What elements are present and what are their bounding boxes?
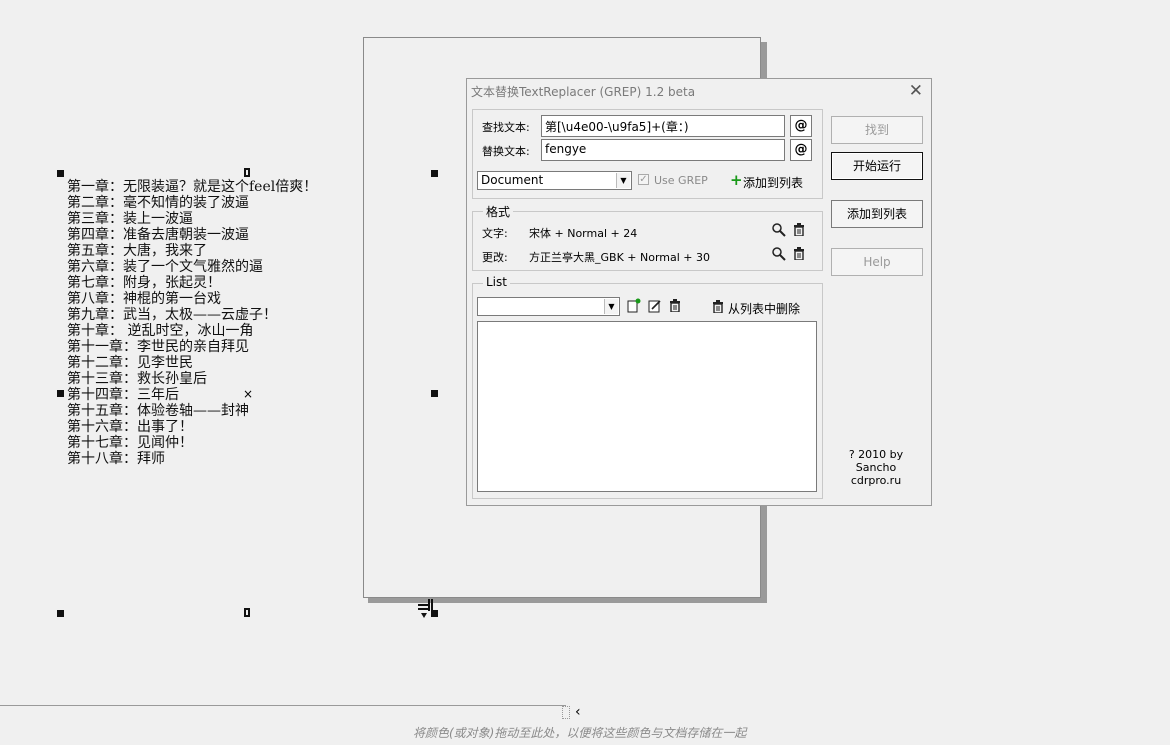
document-palette-bar[interactable] — [0, 705, 566, 706]
find-label: 查找文本: — [482, 121, 530, 134]
text-format-value: 宋体 + Normal + 24 — [529, 227, 638, 240]
text-format-label: 文字: — [482, 227, 508, 240]
credit-line: ? 2010 by Sancho — [848, 448, 904, 474]
change-format-value: 方正兰亭大黑_GBK + Normal + 30 — [529, 251, 711, 264]
list-box[interactable] — [477, 321, 817, 492]
edit-list-icon[interactable] — [648, 298, 662, 316]
selection-handle-top-right[interactable] — [431, 170, 438, 177]
selection-handle-middle-left[interactable] — [57, 390, 64, 397]
chapter-line: 第五章：大唐，我来了 — [67, 243, 207, 259]
change-format-label: 更改: — [482, 251, 508, 264]
trash-icon[interactable] — [793, 223, 805, 239]
selection-handle-top-left[interactable] — [57, 170, 64, 177]
chapter-line: 第十四章：三年后 — [67, 387, 179, 403]
scope-dropdown[interactable]: Document ▼ — [477, 171, 632, 190]
dialog-title: 文本替换TextReplacer (GREP) 1.2 beta — [471, 85, 696, 99]
chapter-line: 第十六章：出事了！ — [67, 419, 193, 435]
find-regex-menu-button[interactable]: @ — [790, 115, 812, 137]
chapter-line: 第七章：附身，张起灵！ — [67, 275, 221, 291]
chapter-line: 第十章： 逆乱时空，冰山一角 — [67, 323, 254, 339]
find-input[interactable]: 第[\u4e00-\u9fa5]+(章：) — [541, 115, 785, 137]
chapter-line: 第十八章：拜师 — [67, 451, 165, 467]
chapter-line: 第十七章：见闻仲！ — [67, 435, 193, 451]
chapter-line: 第三章：装上一波逼 — [67, 211, 193, 227]
credit-text: ? 2010 by Sancho cdrpro.ru — [830, 448, 922, 487]
list-dropdown[interactable]: ▼ — [477, 297, 620, 316]
chapter-line: 第十五章：体验卷轴——封神 — [67, 403, 249, 419]
trash-icon[interactable] — [712, 300, 724, 316]
chapter-line: 第六章：装了一个文气雅然的逼 — [67, 259, 263, 275]
add-to-list-button[interactable]: 添加到列表 — [831, 200, 923, 228]
chapter-text-object[interactable]: 第一章：无限装逼？就是这个feel倍爽！ 第二章：毫不知情的装了波逼 第三章：装… — [67, 179, 317, 467]
chapter-line: 第一章：无限装逼？就是这个feel倍爽！ — [67, 179, 318, 195]
pick-format-icon[interactable] — [772, 247, 786, 264]
rotation-handle-top[interactable] — [244, 168, 250, 177]
replace-regex-menu-button[interactable]: @ — [790, 139, 812, 161]
chapter-line: 第八章：神棍的第一台戏 — [67, 291, 221, 307]
chapter-line: 第十一章：李世民的亲自拜见 — [67, 339, 249, 355]
selection-handle-middle-right[interactable] — [431, 390, 438, 397]
rotation-handle-bottom[interactable] — [244, 608, 250, 617]
palette-swatch-slot[interactable] — [562, 706, 570, 719]
text-replacer-dialog: 文本替换TextReplacer (GREP) 1.2 beta ✕ 查找文本:… — [466, 78, 932, 506]
chevron-down-icon: ▼ — [604, 299, 618, 314]
list-group-label: List — [483, 275, 510, 289]
palette-hint-text: 将颜色(或对象)拖动至此处，以便将这些颜色与文档存储在一起 — [413, 726, 747, 740]
add-to-list-link[interactable]: 添加到列表 — [743, 174, 803, 191]
trash-icon[interactable] — [793, 247, 805, 263]
close-icon[interactable]: ✕ — [909, 81, 923, 101]
chapter-line: 第十三章：救长孙皇后 — [67, 371, 207, 387]
chapter-line: 第十二章：见李世民 — [67, 355, 193, 371]
plus-icon[interactable]: + — [730, 171, 743, 189]
scope-value: Document — [481, 173, 544, 187]
chapter-line: 第二章：毫不知情的装了波逼 — [67, 195, 249, 211]
format-group-label: 格式 — [483, 203, 514, 220]
replace-label: 替换文本: — [482, 145, 530, 158]
run-button[interactable]: 开始运行 — [831, 152, 923, 180]
chapter-line: 第九章：武当，太极——云虚子！ — [67, 307, 277, 323]
pick-format-icon[interactable] — [772, 223, 786, 240]
resize-cursor-icon — [417, 598, 439, 620]
replace-input[interactable]: fengye — [541, 139, 785, 161]
trash-icon[interactable] — [669, 299, 681, 315]
selection-handle-bottom-left[interactable] — [57, 610, 64, 617]
remove-from-list-link[interactable]: 从列表中删除 — [728, 300, 800, 317]
palette-scroll-left-icon[interactable]: ‹ — [575, 704, 581, 720]
chapter-line: 第四章：准备去唐朝装一波逼 — [67, 227, 249, 243]
find-button[interactable]: 找到 — [831, 116, 923, 144]
new-list-icon[interactable] — [627, 298, 641, 316]
chevron-down-icon: ▼ — [616, 173, 630, 188]
use-grep-checkbox[interactable]: ✓ — [638, 174, 649, 185]
credit-line: cdrpro.ru — [850, 474, 902, 487]
use-grep-label: Use GREP — [654, 174, 708, 187]
help-button[interactable]: Help — [831, 248, 923, 276]
